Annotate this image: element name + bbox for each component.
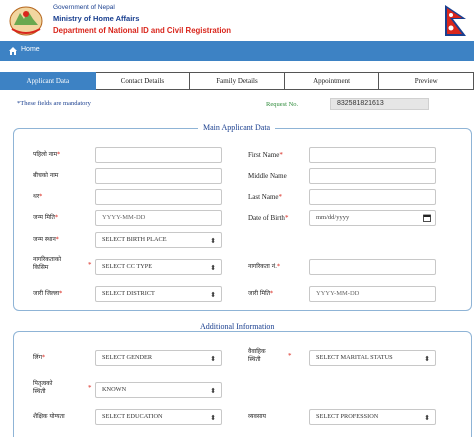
calendar-icon[interactable] bbox=[423, 214, 431, 222]
birth-place-select[interactable]: SELECT BIRTH PLACE ⬍ bbox=[95, 232, 222, 248]
mandatory-note: *These fields are mandatory bbox=[17, 100, 91, 107]
cc-type-select[interactable]: SELECT CC TYPE ⬍ bbox=[95, 259, 222, 275]
request-number-label: Request No. bbox=[266, 101, 299, 108]
birth-place-label: जन्म स्थान* bbox=[33, 236, 59, 243]
profession-label: व्यवसाय bbox=[248, 413, 266, 420]
gender-value: SELECT GENDER bbox=[102, 354, 153, 361]
tab-applicant-data[interactable]: Applicant Data bbox=[0, 72, 96, 90]
chevron-updown-icon: ⬍ bbox=[210, 414, 216, 422]
middle-name-np-input[interactable] bbox=[95, 168, 222, 184]
dob-en-placeholder: mm/dd/yyyy bbox=[316, 214, 350, 221]
gender-select[interactable]: SELECT GENDER ⬍ bbox=[95, 350, 222, 366]
first-name-np-label: पहिलो नाम* bbox=[33, 151, 61, 158]
issue-district-label: जारी जिल्ला* bbox=[33, 290, 63, 297]
tab-appointment[interactable]: Appointment bbox=[284, 72, 380, 90]
site-header: Government of Nepal Ministry of Home Aff… bbox=[0, 0, 474, 40]
paternal-status-value: KNOWN bbox=[102, 386, 127, 393]
main-applicant-legend: Main Applicant Data bbox=[198, 123, 276, 132]
paternal-label-line2: स्थिती bbox=[33, 388, 46, 395]
cc-type-label-line2: किसिम bbox=[33, 264, 49, 271]
issue-date-label: जारी मिति* bbox=[248, 290, 274, 297]
ministry-label: Ministry of Home Affairs bbox=[53, 14, 140, 23]
government-label: Government of Nepal bbox=[53, 4, 115, 11]
last-name-np-input[interactable] bbox=[95, 189, 222, 205]
dob-en-label: Date of Birth* bbox=[248, 214, 289, 222]
nav-bar: Home bbox=[0, 41, 474, 61]
nepal-emblem-icon bbox=[9, 6, 43, 36]
gender-label: लिंग* bbox=[33, 354, 46, 361]
dob-en-input[interactable]: mm/dd/yyyy bbox=[309, 210, 436, 226]
chevron-updown-icon: ⬍ bbox=[210, 264, 216, 272]
marital-required-mark: * bbox=[288, 352, 292, 360]
chevron-updown-icon: ⬍ bbox=[210, 355, 216, 363]
department-title: Department of National ID and Civil Regi… bbox=[53, 26, 232, 35]
last-name-en-label: Last Name* bbox=[248, 193, 283, 201]
dob-np-label: जन्म मिति* bbox=[33, 214, 58, 221]
chevron-updown-icon: ⬍ bbox=[424, 414, 430, 422]
education-value: SELECT EDUCATION bbox=[102, 413, 163, 420]
chevron-updown-icon: ⬍ bbox=[210, 237, 216, 245]
cc-type-required-mark: * bbox=[88, 261, 92, 269]
profession-select[interactable]: SELECT PROFESSION ⬍ bbox=[309, 409, 436, 425]
paternal-status-select[interactable]: KNOWN ⬍ bbox=[95, 382, 222, 398]
nepal-flag-icon bbox=[445, 5, 466, 36]
cc-type-label: नागरिकताको किसिम bbox=[33, 256, 61, 272]
step-tabs: Applicant Data Contact Details Family De… bbox=[0, 72, 474, 90]
cc-type-value: SELECT CC TYPE bbox=[102, 263, 153, 270]
additional-info-legend: Additional Information bbox=[195, 322, 280, 331]
cc-number-label: नागरिकता नं.* bbox=[248, 263, 280, 270]
marital-status-value: SELECT MARITAL STATUS bbox=[316, 354, 393, 361]
issue-date-input[interactable]: YYYY-MM-DD bbox=[309, 286, 436, 302]
chevron-updown-icon: ⬍ bbox=[210, 387, 216, 395]
marital-label-line1: वैवाहिक bbox=[248, 348, 266, 355]
first-name-np-input[interactable] bbox=[95, 147, 222, 163]
education-select[interactable]: SELECT EDUCATION ⬍ bbox=[95, 409, 222, 425]
home-icon[interactable] bbox=[8, 46, 18, 56]
paternal-required-mark: * bbox=[88, 384, 92, 392]
cc-type-label-line1: नागरिकताको bbox=[33, 256, 62, 263]
last-name-np-label: थर* bbox=[33, 193, 43, 200]
birth-place-value: SELECT BIRTH PLACE bbox=[102, 236, 167, 243]
tab-family-details[interactable]: Family Details bbox=[190, 72, 285, 90]
issue-district-value: SELECT DISTRICT bbox=[102, 290, 155, 297]
tab-preview[interactable]: Preview bbox=[379, 72, 474, 90]
tab-contact-details[interactable]: Contact Details bbox=[95, 72, 191, 90]
profession-value: SELECT PROFESSION bbox=[316, 413, 379, 420]
chevron-updown-icon: ⬍ bbox=[210, 291, 216, 299]
first-name-en-label: First Name* bbox=[248, 151, 283, 159]
middle-name-en-label: Middle Name bbox=[248, 172, 287, 180]
marital-label-line2: स्थिती bbox=[248, 356, 261, 363]
first-name-en-input[interactable] bbox=[309, 147, 436, 163]
middle-name-np-label: बीचको नाम bbox=[33, 172, 59, 179]
home-link[interactable]: Home bbox=[21, 46, 40, 53]
marital-status-select[interactable]: SELECT MARITAL STATUS ⬍ bbox=[309, 350, 436, 366]
middle-name-en-input[interactable] bbox=[309, 168, 436, 184]
paternal-label-line1: पितृत्वको bbox=[33, 380, 53, 387]
paternal-status-label: पितृत्वको स्थिती bbox=[33, 380, 52, 396]
issue-district-select[interactable]: SELECT DISTRICT ⬍ bbox=[95, 286, 222, 302]
marital-status-label: वैवाहिक स्थिती bbox=[248, 348, 266, 364]
last-name-en-input[interactable] bbox=[309, 189, 436, 205]
cc-number-input[interactable] bbox=[309, 259, 436, 275]
dob-np-input[interactable]: YYYY-MM-DD bbox=[95, 210, 222, 226]
chevron-updown-icon: ⬍ bbox=[424, 355, 430, 363]
education-label: शैक्षिक योग्यता bbox=[33, 413, 65, 420]
request-number-field: 832581821613 bbox=[330, 98, 429, 110]
